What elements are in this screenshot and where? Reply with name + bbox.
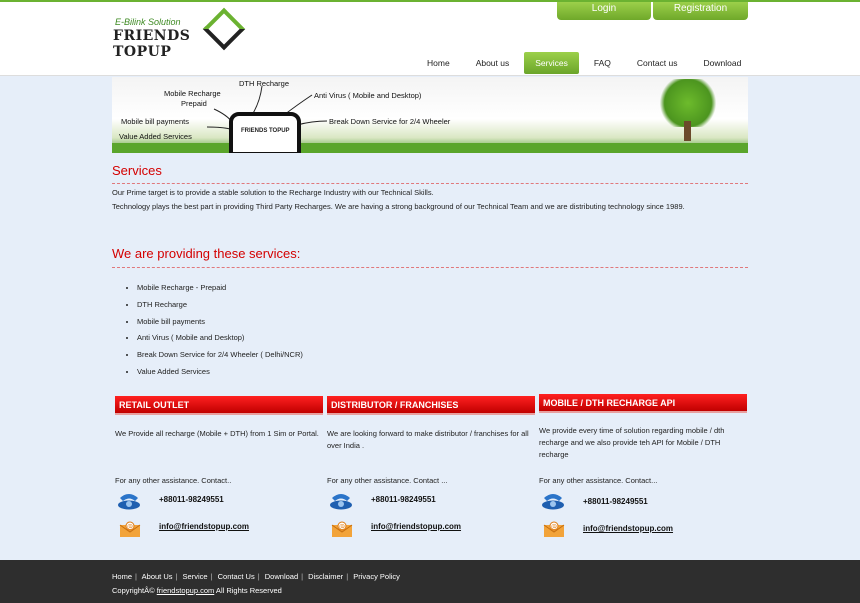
banner-tree-trunk — [684, 121, 691, 141]
nav-about-us[interactable]: About us — [465, 52, 521, 74]
copyright-link[interactable]: friendstopup.com — [157, 586, 215, 595]
logo-name: FRIENDS TOPUP — [113, 28, 191, 60]
box-phone-number: +88011-98249551 — [583, 497, 648, 506]
box-contact-text: For any other assistance. Contact ... — [327, 476, 448, 485]
services-section: Services Our Prime target is to provide … — [112, 163, 748, 214]
banner-phone-logo: FRIENDS TOPUP — [241, 128, 290, 134]
box-title: MOBILE / DTH RECHARGE API — [539, 394, 747, 413]
list-item: Break Down Service for 2/4 Wheeler ( Del… — [137, 350, 303, 367]
footer-link-download[interactable]: Download — [265, 572, 298, 581]
box-title: RETAIL OUTLET — [115, 396, 323, 415]
banner-label-mobile-bill: Mobile bill payments — [121, 117, 189, 126]
footer-link-home[interactable]: Home — [112, 572, 132, 581]
svg-text:@: @ — [339, 524, 345, 531]
box-phone-number: +88011-98249551 — [371, 495, 436, 504]
list-item: Anti Virus ( Mobile and Desktop) — [137, 333, 303, 350]
services-intro-1: Our Prime target is to provide a stable … — [112, 188, 434, 197]
banner-grass — [112, 143, 748, 153]
nav-contact-us[interactable]: Contact us — [626, 52, 689, 74]
banner-label-breakdown: Break Down Service for 2/4 Wheeler — [329, 117, 451, 126]
footer-link-service[interactable]: Service — [183, 572, 208, 581]
copyright-prefix: CopyrightÂ© — [112, 586, 157, 595]
list-item: Mobile Recharge - Prepaid — [137, 283, 303, 300]
banner-label-mobile-recharge: Mobile Recharge — [164, 89, 221, 98]
banner-label-prepaid: Prepaid — [181, 99, 207, 108]
footer-separator: | — [175, 572, 178, 581]
nav-services[interactable]: Services — [524, 52, 579, 74]
nav-download[interactable]: Download — [693, 52, 753, 74]
box-email-link[interactable]: info@friendstopup.com — [159, 522, 249, 531]
footer — [0, 560, 860, 603]
box-contact-text: For any other assistance. Contact.. — [115, 476, 232, 485]
footer-link-contact-us[interactable]: Contact Us — [218, 572, 255, 581]
nav-home[interactable]: Home — [416, 52, 461, 74]
svg-text:@: @ — [551, 524, 557, 531]
footer-link-disclaimer[interactable]: Disclaimer — [308, 572, 343, 581]
services-intro-2: Technology plays the best part in provid… — [112, 202, 685, 211]
footer-separator: | — [301, 572, 304, 581]
phone-icon — [542, 494, 564, 510]
services-title: Services — [112, 163, 748, 184]
main-nav: Home About us Services FAQ Contact us Do… — [416, 52, 756, 74]
footer-separator: | — [210, 572, 213, 581]
box-text: We are looking forward to make distribut… — [327, 429, 529, 450]
login-button[interactable]: Login — [557, 2, 651, 20]
footer-links: Home | About Us | Service | Contact Us | Dow… — [112, 572, 400, 581]
services-list: Mobile Recharge - Prepaid DTH Recharge M… — [137, 283, 303, 384]
box-email-link[interactable]: info@friendstopup.com — [583, 524, 673, 533]
hero-banner: DTH Recharge Mobile Recharge Prepaid Ant… — [112, 77, 748, 153]
nav-faq[interactable]: FAQ — [583, 52, 622, 74]
providing-title: We are providing these services: — [112, 246, 748, 268]
logo[interactable]: E-Bilink Solution FRIENDS TOPUP — [113, 7, 246, 60]
svg-text:@: @ — [127, 524, 133, 531]
box-phone-number: +88011-98249551 — [159, 495, 224, 504]
banner-label-vas: Value Added Services — [119, 132, 192, 141]
banner-phone-illustration: FRIENDS TOPUP — [229, 112, 301, 153]
box-recharge-api: MOBILE / DTH RECHARGE API We provide eve… — [539, 394, 747, 537]
header: E-Bilink Solution FRIENDS TOPUP Login Re… — [0, 2, 860, 76]
mail-icon: @ — [119, 521, 141, 537]
list-item: Value Added Services — [137, 367, 303, 384]
banner-label-antivirus: Anti Virus ( Mobile and Desktop) — [314, 91, 422, 100]
footer-link-about-us[interactable]: About Us — [142, 572, 173, 581]
mail-icon: @ — [543, 521, 565, 537]
footer-separator: | — [346, 572, 349, 581]
footer-copyright: CopyrightÂ© friendstopup.com All Rights … — [112, 586, 282, 595]
phone-icon — [118, 494, 140, 510]
mail-icon: @ — [331, 521, 353, 537]
list-item: DTH Recharge — [137, 300, 303, 317]
box-title: DISTRIBUTOR / FRANCHISES — [327, 396, 535, 415]
box-contact-text: For any other assistance. Contact... — [539, 476, 658, 485]
footer-link-privacy-policy[interactable]: Privacy Policy — [353, 572, 400, 581]
list-item: Mobile bill payments — [137, 317, 303, 334]
banner-label-dth: DTH Recharge — [239, 79, 290, 88]
box-email-link[interactable]: info@friendstopup.com — [371, 522, 461, 531]
box-text: We Provide all recharge (Mobile + DTH) f… — [115, 429, 319, 438]
box-text: We provide every time of solution regard… — [539, 426, 725, 459]
box-retail-outlet: RETAIL OUTLET We Provide all recharge (M… — [115, 396, 323, 537]
copyright-suffix: All Rights Reserved — [214, 586, 282, 595]
logo-tagline: E-Bilink Solution — [115, 17, 181, 27]
footer-separator: | — [135, 572, 137, 581]
banner-tree-icon — [657, 79, 719, 127]
phone-icon — [330, 494, 352, 510]
footer-separator: | — [257, 572, 260, 581]
registration-button[interactable]: Registration — [653, 2, 748, 20]
box-distributor: DISTRIBUTOR / FRANCHISES We are looking … — [327, 396, 535, 537]
